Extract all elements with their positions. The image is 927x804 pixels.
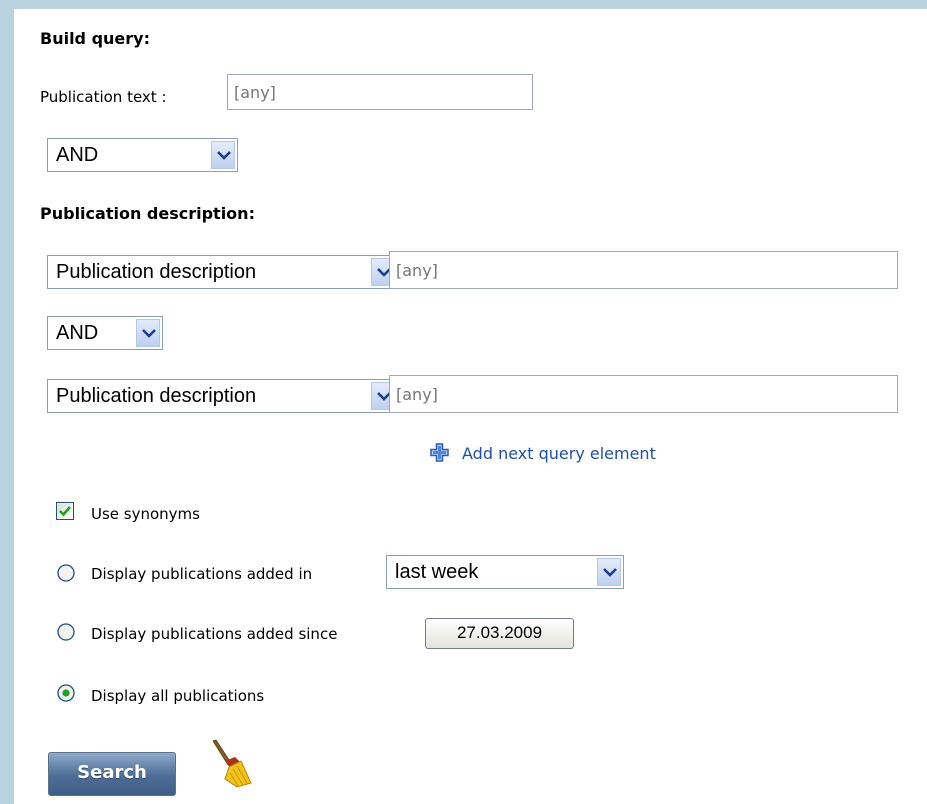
added-in-label: Display publications added in	[91, 565, 313, 583]
search-button[interactable]: Search	[48, 752, 176, 796]
top-operator-select[interactable]: AND	[47, 138, 238, 172]
description-operator-select[interactable]: AND	[47, 316, 163, 350]
chevron-down-icon	[211, 141, 235, 169]
plus-icon	[430, 443, 449, 466]
query-panel: Build query: Publication text : AND Publ…	[14, 9, 927, 804]
added-since-date-button[interactable]: 27.03.2009	[425, 618, 574, 649]
build-query-heading: Build query:	[40, 29, 150, 48]
description-field-select-2[interactable]: Publication description	[47, 379, 398, 413]
use-synonyms-checkbox[interactable]	[56, 502, 74, 520]
publication-description-heading: Publication description:	[40, 204, 255, 223]
added-in-select[interactable]: last week	[386, 555, 624, 589]
description-input-1[interactable]	[389, 251, 898, 289]
add-query-element-label: Add next query element	[462, 444, 656, 463]
description-field-value-2: Publication description	[56, 385, 257, 407]
added-in-radio[interactable]	[57, 564, 75, 582]
added-in-value: last week	[395, 561, 479, 583]
publication-text-label: Publication text :	[40, 88, 167, 106]
added-since-radio[interactable]	[57, 623, 75, 641]
broom-icon[interactable]	[207, 739, 253, 793]
description-input-2[interactable]	[389, 375, 898, 413]
added-since-label: Display publications added since	[91, 625, 338, 643]
chevron-down-icon	[136, 319, 160, 347]
description-operator-value: AND	[56, 322, 99, 344]
use-synonyms-label: Use synonyms	[91, 505, 200, 523]
all-publications-label: Display all publications	[91, 687, 265, 705]
publication-text-input[interactable]	[227, 74, 533, 110]
chevron-down-icon	[597, 558, 621, 586]
description-field-value-1: Publication description	[56, 261, 257, 283]
all-publications-radio[interactable]	[57, 684, 75, 702]
description-field-select-1[interactable]: Publication description	[47, 255, 398, 289]
top-operator-value: AND	[56, 144, 99, 166]
